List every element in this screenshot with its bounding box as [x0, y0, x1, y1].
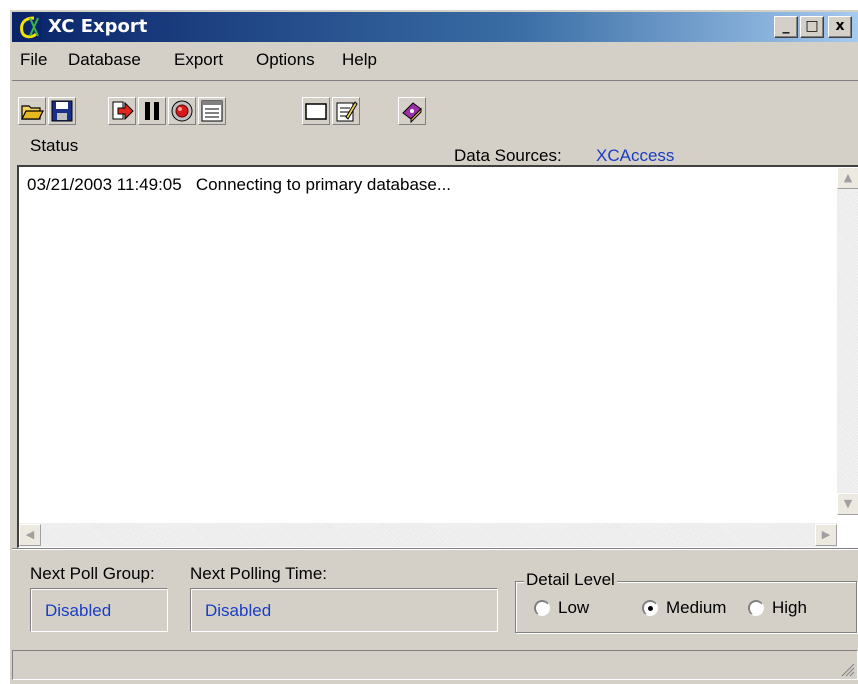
save-disk-icon	[51, 100, 73, 122]
resize-grip-icon[interactable]	[839, 661, 855, 677]
xc-logo-icon	[16, 14, 42, 40]
window-button[interactable]	[302, 97, 330, 125]
next-polling-time-field: Disabled	[190, 588, 498, 632]
open-button[interactable]	[18, 97, 46, 125]
data-sources-value: XCAccess	[596, 146, 675, 165]
edit-button[interactable]	[332, 97, 360, 125]
export-button[interactable]	[108, 97, 136, 125]
help-book-icon	[402, 102, 422, 123]
next-poll-group-label: Next Poll Group:	[30, 564, 155, 583]
scroll-down-icon[interactable]: ▼	[837, 493, 858, 515]
log-timestamp: 03/21/2003 11:49:05	[27, 175, 182, 194]
blank-window-icon	[305, 103, 327, 120]
close-button[interactable]: x	[828, 16, 852, 38]
log-message: Connecting to primary database...	[195, 175, 452, 194]
window-title: XC Export	[48, 16, 148, 37]
next-poll-group-value: Disabled	[45, 601, 112, 620]
vertical-scrollbar[interactable]: ▲ ▼	[837, 167, 858, 515]
next-polling-time-label: Next Polling Time:	[190, 564, 327, 583]
menu-export[interactable]: Export	[174, 50, 223, 70]
scroll-left-icon[interactable]: ◀	[19, 524, 41, 546]
help-button[interactable]	[398, 97, 426, 125]
save-button[interactable]	[48, 97, 76, 125]
stop-button[interactable]	[168, 97, 196, 125]
status-label: Status	[30, 136, 79, 155]
detail-level-label: Detail Level	[524, 570, 617, 590]
menu-bar: File Database Export Options Help	[12, 46, 858, 74]
horizontal-scrollbar[interactable]: ◀ ▶	[19, 523, 837, 547]
pause-button[interactable]	[138, 97, 166, 125]
export-arrow-icon	[112, 101, 134, 121]
pause-icon	[145, 102, 159, 120]
divider	[12, 548, 858, 550]
edit-notepad-icon	[336, 101, 358, 122]
title-bar[interactable]: XC Export _ □ x	[12, 12, 858, 42]
menu-database[interactable]: Database	[68, 50, 141, 70]
stop-record-icon	[171, 100, 193, 122]
radio-low[interactable]: Low	[534, 598, 589, 618]
scroll-right-icon[interactable]: ▶	[815, 524, 837, 546]
menu-help[interactable]: Help	[342, 50, 377, 70]
scroll-up-icon[interactable]: ▲	[837, 167, 858, 189]
data-sources-label: Data Sources:	[454, 146, 562, 165]
minimize-button[interactable]: _	[774, 16, 798, 38]
radio-high-indicator[interactable]	[748, 600, 764, 616]
list-view-button[interactable]	[198, 97, 226, 125]
maximize-button[interactable]: □	[800, 16, 824, 38]
radio-low-indicator[interactable]	[534, 600, 550, 616]
radio-medium-indicator[interactable]	[642, 600, 658, 616]
status-log[interactable]: 03/21/2003 11:49:05 Connecting to primar…	[17, 165, 858, 548]
next-poll-group-field: Disabled	[30, 588, 168, 632]
radio-medium[interactable]: Medium	[642, 598, 726, 618]
detail-level-group: Detail Level Low Medium High	[515, 570, 857, 633]
radio-high[interactable]: High	[748, 598, 807, 618]
radio-low-label: Low	[558, 598, 590, 617]
status-bar	[12, 650, 858, 680]
list-view-icon	[201, 100, 223, 122]
open-folder-icon	[21, 105, 44, 120]
radio-high-label: High	[772, 598, 807, 617]
log-entry: 03/21/2003 11:49:05 Connecting to primar…	[27, 175, 451, 195]
toolbar	[12, 80, 858, 132]
next-polling-time-value: Disabled	[205, 601, 272, 620]
menu-file[interactable]: File	[20, 50, 47, 70]
menu-options[interactable]: Options	[256, 50, 315, 70]
app-window: XC Export _ □ x File Database Export Opt…	[8, 8, 858, 684]
radio-medium-label: Medium	[666, 598, 727, 617]
